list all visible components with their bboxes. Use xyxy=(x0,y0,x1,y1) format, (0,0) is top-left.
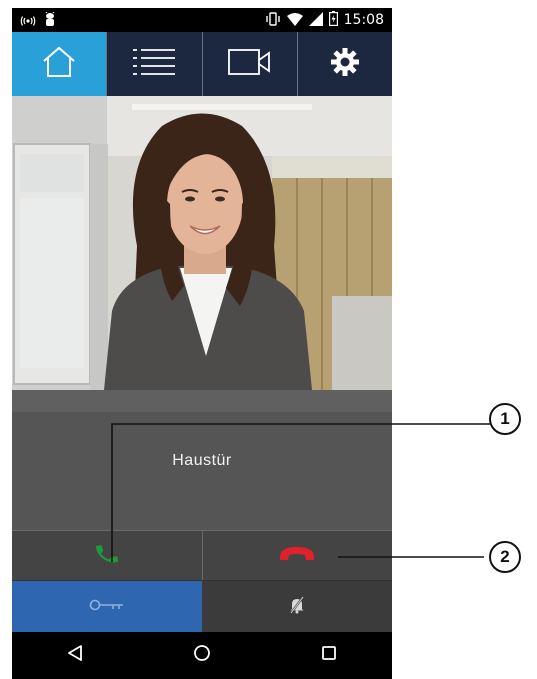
call-controls xyxy=(12,530,392,581)
accept-call-button[interactable] xyxy=(12,531,203,581)
clock: 15:08 xyxy=(343,12,384,28)
battery-charging-icon xyxy=(328,11,338,29)
tab-video[interactable] xyxy=(203,32,298,96)
home-icon xyxy=(40,46,78,83)
status-bar: 15:08 xyxy=(12,8,392,32)
open-door-button[interactable] xyxy=(12,581,202,633)
wifi-icon xyxy=(286,12,303,29)
phone-hangup-icon xyxy=(278,545,316,568)
phone-screen: 15:08 Haustür xyxy=(12,8,392,679)
recents-button[interactable] xyxy=(265,632,392,679)
tab-home[interactable] xyxy=(12,32,108,96)
callout-1: 1 xyxy=(489,403,521,435)
vibrate-icon xyxy=(265,11,281,29)
home-circle-icon xyxy=(193,644,211,667)
back-triangle-icon xyxy=(67,645,83,666)
phone-accept-icon xyxy=(94,541,120,572)
key-icon xyxy=(89,598,125,617)
recents-square-icon xyxy=(321,645,337,666)
door-info-panel: Haustür xyxy=(12,390,392,530)
list-icon xyxy=(131,47,177,82)
top-tab-bar xyxy=(12,32,392,96)
tab-list[interactable] xyxy=(107,32,203,96)
mute-ringer-button[interactable] xyxy=(202,581,392,633)
bell-muted-icon xyxy=(288,595,306,619)
video-camera-icon xyxy=(227,48,273,81)
system-nav-bar xyxy=(12,632,392,679)
broadcast-icon xyxy=(20,14,36,32)
signal-icon xyxy=(308,11,323,29)
callout-2: 2 xyxy=(489,541,521,573)
android-debug-icon xyxy=(44,11,56,33)
decline-call-button[interactable] xyxy=(202,531,392,581)
video-feed xyxy=(12,96,392,390)
action-controls xyxy=(12,580,392,633)
home-nav-button[interactable] xyxy=(139,632,266,679)
door-name: Haustür xyxy=(172,452,232,469)
tab-settings[interactable] xyxy=(298,32,392,96)
gear-icon xyxy=(330,47,360,82)
panel-divider xyxy=(12,390,392,412)
back-button[interactable] xyxy=(12,632,139,679)
visitor-image xyxy=(12,96,392,390)
